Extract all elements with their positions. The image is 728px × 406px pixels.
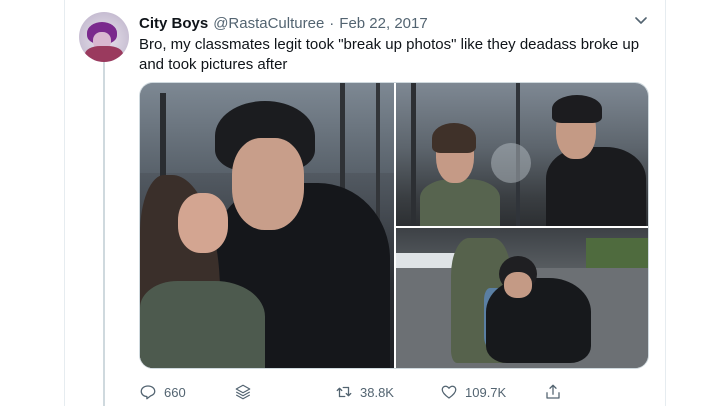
reply-button[interactable]: 660 [139,383,186,401]
avatar-body [85,46,123,62]
tweet-text: Bro, my classmates legit took "break up … [139,36,640,73]
retweet-count: 38.8K [360,384,394,400]
chevron-down-icon[interactable] [633,12,649,28]
tweet-date[interactable]: Feb 22, 2017 [339,15,427,32]
like-button[interactable]: 109.7K [440,383,506,401]
thread-connector-line [103,60,105,406]
media-grid [139,82,649,369]
share-button[interactable] [544,383,562,401]
separator-dot: · [329,14,335,32]
stack-icon [235,384,251,400]
reply-icon [140,385,156,400]
user-handle[interactable]: @RastaCulturee [213,15,324,32]
tweet-header: City Boys @RastaCulturee · Feb 22, 2017 [139,13,428,33]
retweet-button[interactable]: 38.8K [335,383,394,401]
stack-button[interactable] [234,383,252,401]
retweet-icon [336,386,352,398]
heart-icon [441,385,457,399]
photo-1[interactable] [140,83,394,368]
reply-count: 660 [164,384,186,400]
avatar[interactable] [79,12,129,62]
display-name[interactable]: City Boys [139,15,208,32]
like-count: 109.7K [465,384,507,400]
tweet-actions: 660 38.8K 109.7K [139,383,579,403]
photo-2[interactable] [396,83,648,226]
photo-3[interactable] [396,228,648,368]
share-icon [546,384,560,399]
